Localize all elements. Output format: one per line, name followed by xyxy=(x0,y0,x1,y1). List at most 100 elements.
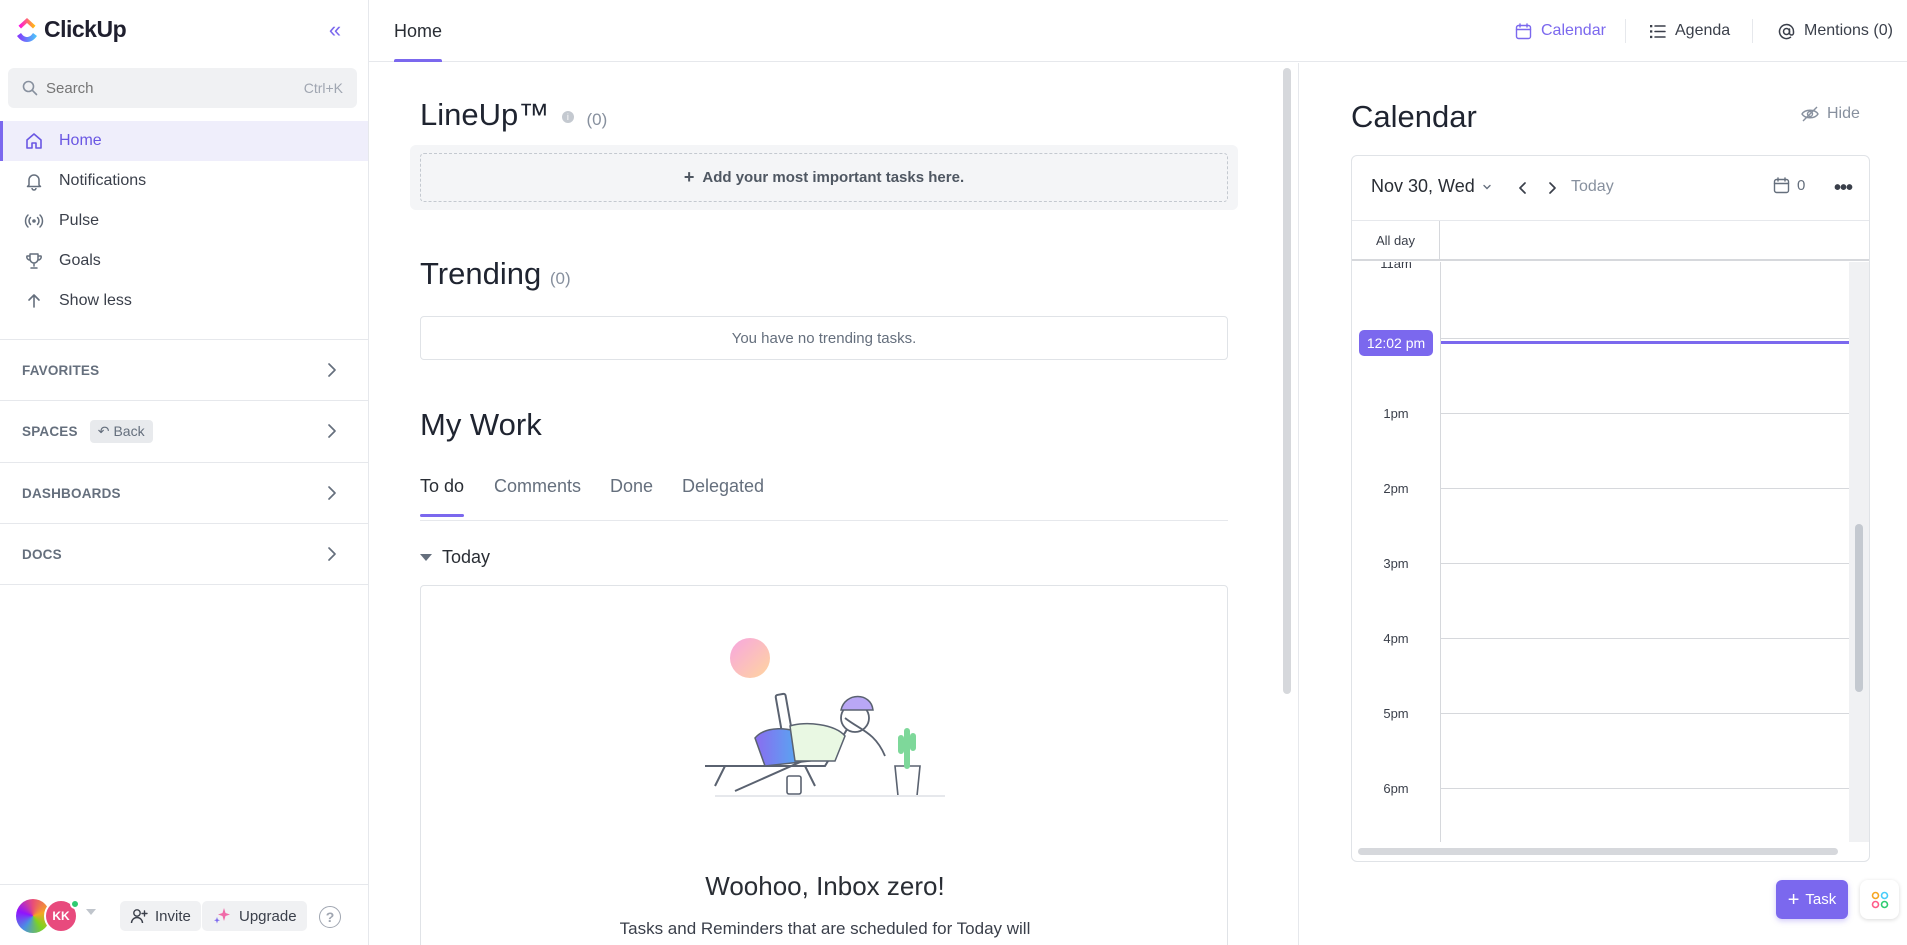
invite-label: Invite xyxy=(155,907,191,925)
mentions-button[interactable]: Mentions (0) xyxy=(1778,19,1893,43)
trophy-icon xyxy=(24,251,44,271)
hour-label: 2pm xyxy=(1383,481,1409,496)
calendar-scrollbar[interactable] xyxy=(1855,524,1863,692)
search-icon xyxy=(22,80,38,96)
plus-icon: + xyxy=(683,167,695,187)
scheduled-count-value: 0 xyxy=(1797,177,1806,194)
tab-to-do[interactable]: To do xyxy=(420,476,465,517)
at-sign-icon xyxy=(1778,23,1795,39)
new-task-label: Task xyxy=(1805,891,1837,908)
sidebar-item-label: Show less xyxy=(59,292,132,309)
calendar-time-grid[interactable]: 11am 12:02 pm 1pm 2pm 3pm 4pm 5pm 6pm xyxy=(1352,262,1869,842)
more-options-icon[interactable]: ••• xyxy=(1834,177,1853,200)
tab-comments[interactable]: Comments xyxy=(494,476,581,517)
caret-down-icon[interactable] xyxy=(86,909,96,915)
calendar-icon xyxy=(1773,177,1790,194)
upgrade-button[interactable]: Upgrade xyxy=(202,901,307,931)
lineup-heading: LineUp™ i (0) xyxy=(420,97,607,133)
hour-label: 5pm xyxy=(1383,706,1409,721)
section-label: FAVORITES xyxy=(22,362,100,378)
scheduled-count[interactable]: 0 xyxy=(1773,177,1805,194)
today-button[interactable]: Today xyxy=(1571,178,1614,196)
calendar-panel-title: Calendar xyxy=(1351,99,1477,134)
sidebar-nav: Home Notifications Pulse Goals Show less xyxy=(0,121,368,321)
sidebar-item-home[interactable]: Home xyxy=(0,121,368,161)
all-day-row: All day xyxy=(1352,220,1869,261)
add-lineup-label: Add your most important tasks here. xyxy=(702,169,965,186)
hour-label: 1pm xyxy=(1383,406,1409,421)
clickup-logo[interactable]: ClickUp xyxy=(14,16,127,43)
divider xyxy=(1625,19,1626,43)
clickup-app: ClickUp « Ctrl+K Home Notifications Puls… xyxy=(0,0,1907,945)
my-work-tabs: To do Comments Done Delegated xyxy=(420,466,1228,521)
add-user-icon xyxy=(130,909,148,924)
clickup-logo-icon xyxy=(17,17,37,42)
spaces-back-button[interactable]: ↶ Back xyxy=(89,419,153,443)
lineup-box: + Add your most important tasks here. xyxy=(410,145,1238,210)
divider xyxy=(0,584,368,585)
beach-chair-illustration xyxy=(705,638,945,797)
apps-grid-icon[interactable] xyxy=(1860,880,1899,919)
user-avatars[interactable]: KK xyxy=(16,899,80,933)
date-selector[interactable]: Nov 30, Wed xyxy=(1371,176,1493,197)
tab-done[interactable]: Done xyxy=(610,476,653,517)
hour-line xyxy=(1441,338,1849,339)
chevron-right-icon[interactable] xyxy=(1542,178,1562,198)
search-bar[interactable]: Ctrl+K xyxy=(8,68,357,108)
calendar-panel: Calendar Hide Nov 30, Wed Today 0 ••• Al… xyxy=(1298,63,1907,945)
chevron-right-icon xyxy=(328,424,336,438)
back-label: Back xyxy=(113,423,145,439)
hour-label: 4pm xyxy=(1383,631,1409,646)
pulse-icon xyxy=(24,211,44,231)
agenda-view-button[interactable]: Agenda xyxy=(1649,19,1730,43)
home-icon xyxy=(24,131,44,151)
sidebar-item-pulse[interactable]: Pulse xyxy=(0,201,368,241)
trending-title: Trending xyxy=(420,256,542,291)
section-dashboards[interactable]: DASHBOARDS xyxy=(0,463,368,523)
time-column-divider xyxy=(1440,262,1441,842)
new-task-button[interactable]: + Task xyxy=(1776,880,1848,919)
chevron-down-icon xyxy=(1483,184,1491,189)
sparkle-icon xyxy=(214,908,230,924)
section-label: SPACES xyxy=(22,423,78,439)
hour-line xyxy=(1441,488,1849,489)
hide-label: Hide xyxy=(1827,105,1860,122)
sidebar-item-show-less[interactable]: Show less xyxy=(0,281,368,321)
section-label: DASHBOARDS xyxy=(22,485,121,501)
bell-icon xyxy=(24,171,44,191)
collapse-sidebar-icon[interactable]: « xyxy=(323,18,347,42)
mentions-label: Mentions (0) xyxy=(1804,22,1893,39)
sidebar-item-notifications[interactable]: Notifications xyxy=(0,161,368,201)
agenda-view-label: Agenda xyxy=(1675,22,1731,39)
section-spaces[interactable]: SPACES ↶ Back xyxy=(0,401,368,461)
info-icon[interactable]: i xyxy=(561,110,574,123)
trending-empty-state: You have no trending tasks. xyxy=(420,316,1228,360)
hour-label: 6pm xyxy=(1383,781,1409,796)
hour-label: 11am xyxy=(1380,262,1412,271)
my-work-title: My Work xyxy=(420,407,542,442)
calendar-icon xyxy=(1515,22,1532,39)
today-group-label: Today xyxy=(442,547,491,567)
inbox-zero-subtitle: Tasks and Reminders that are scheduled f… xyxy=(619,919,1031,938)
lineup-count: (0) xyxy=(586,110,608,129)
help-icon[interactable]: ? xyxy=(319,906,341,928)
section-favorites[interactable]: FAVORITES xyxy=(0,340,368,400)
sidebar-item-label: Notifications xyxy=(59,172,147,189)
search-input[interactable] xyxy=(46,79,304,97)
sidebar-item-goals[interactable]: Goals xyxy=(0,241,368,281)
today-group-toggle[interactable]: Today xyxy=(420,547,490,568)
lineup-title: LineUp™ xyxy=(420,97,550,132)
hide-calendar-button[interactable]: Hide xyxy=(1801,105,1860,123)
add-lineup-task-button[interactable]: + Add your most important tasks here. xyxy=(420,153,1228,202)
tab-home[interactable]: Home xyxy=(394,0,443,62)
invite-button[interactable]: Invite xyxy=(120,901,201,931)
trending-count: (0) xyxy=(549,269,571,288)
search-shortcut: Ctrl+K xyxy=(303,80,343,96)
section-docs[interactable]: DOCS xyxy=(0,524,368,584)
calendar-view-button[interactable]: Calendar xyxy=(1515,19,1606,43)
calendar-horizontal-scrollbar[interactable] xyxy=(1358,848,1838,855)
tab-delegated[interactable]: Delegated xyxy=(682,476,764,517)
calendar-card: Nov 30, Wed Today 0 ••• All day 11am 12:… xyxy=(1351,155,1870,862)
chevron-left-icon[interactable] xyxy=(1513,178,1533,198)
main-scrollbar[interactable] xyxy=(1283,68,1291,694)
